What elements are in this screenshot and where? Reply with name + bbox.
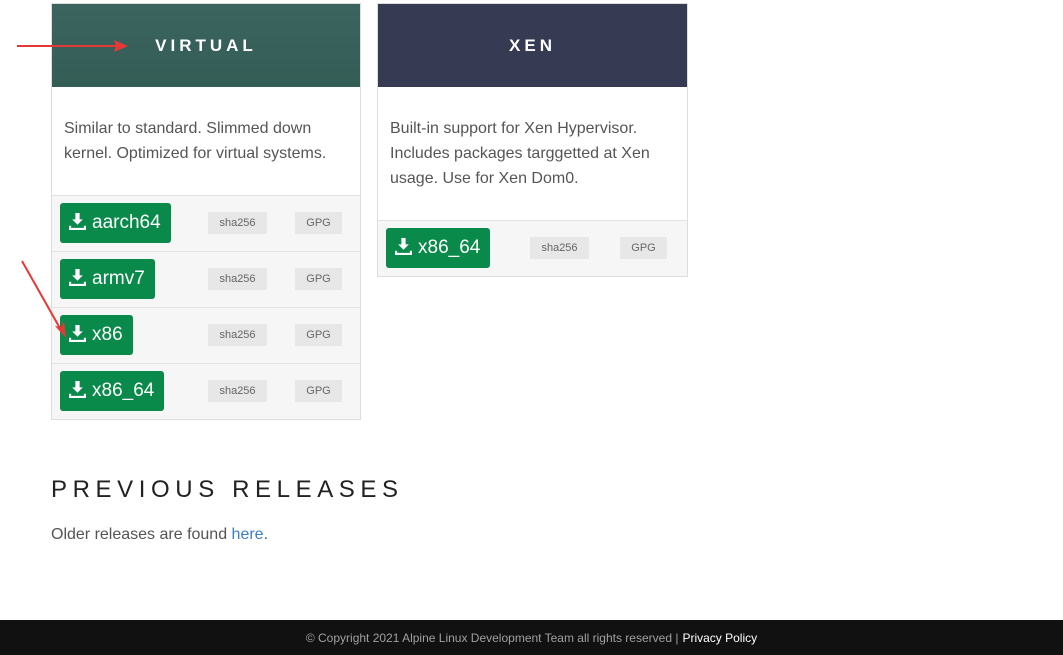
footer-copyright: © Copyright 2021 Alpine Linux Developmen… bbox=[305, 630, 679, 645]
download-x86_64-button[interactable]: x86_64 bbox=[60, 371, 165, 411]
gpg-aarch64-button[interactable]: GPG bbox=[295, 212, 342, 234]
previous-releases-suffix: . bbox=[263, 526, 269, 543]
virtual-card: VIRTUAL Similar to standard. Slimmed dow… bbox=[51, 3, 361, 420]
previous-releases-text: Older releases are found here. bbox=[51, 526, 268, 544]
download-icon bbox=[69, 380, 86, 398]
xen-download-x86_64-button[interactable]: x86_64 bbox=[386, 228, 491, 268]
xen-card-description: Built-in support for Xen Hypervisor. Inc… bbox=[390, 120, 650, 187]
gpg-x86_64-button[interactable]: GPG bbox=[295, 380, 342, 402]
xen-download-row-x86_64: x86_64 sha256 GPG bbox=[378, 220, 687, 276]
xen-card: XEN Built-in support for Xen Hypervisor.… bbox=[377, 3, 688, 277]
xen-gpg-x86_64-button[interactable]: GPG bbox=[620, 237, 667, 259]
download-armv7-button[interactable]: armv7 bbox=[60, 259, 155, 299]
sha256-x86_64-button[interactable]: sha256 bbox=[208, 380, 267, 402]
privacy-policy-link[interactable]: Privacy Policy bbox=[682, 631, 757, 645]
download-icon bbox=[69, 324, 86, 342]
gpg-x86-button[interactable]: GPG bbox=[295, 324, 342, 346]
previous-releases-prefix: Older releases are found bbox=[51, 526, 232, 543]
footer: © Copyright 2021 Alpine Linux Developmen… bbox=[0, 620, 1063, 655]
download-row-armv7: armv7 sha256 GPG bbox=[52, 251, 360, 307]
download-row-x86_64: x86_64 sha256 GPG bbox=[52, 363, 360, 419]
download-icon bbox=[69, 268, 86, 286]
gpg-armv7-button[interactable]: GPG bbox=[295, 268, 342, 290]
download-aarch64-button[interactable]: aarch64 bbox=[60, 203, 171, 243]
virtual-card-title: VIRTUAL bbox=[52, 4, 360, 87]
xen-sha256-x86_64-button[interactable]: sha256 bbox=[530, 237, 589, 259]
sha256-armv7-button[interactable]: sha256 bbox=[208, 268, 267, 290]
download-x86-label: x86 bbox=[92, 324, 123, 345]
previous-releases-link[interactable]: here bbox=[232, 526, 264, 543]
sha256-aarch64-button[interactable]: sha256 bbox=[208, 212, 267, 234]
download-row-x86: x86 sha256 GPG bbox=[52, 307, 360, 363]
xen-card-title: XEN bbox=[378, 4, 687, 87]
download-row-aarch64: aarch64 sha256 GPG bbox=[52, 195, 360, 251]
download-aarch64-label: aarch64 bbox=[92, 212, 161, 233]
download-x86-button[interactable]: x86 bbox=[60, 315, 133, 355]
download-x86_64-label: x86_64 bbox=[92, 380, 155, 401]
previous-releases-title: PREVIOUS RELEASES bbox=[51, 476, 404, 503]
download-icon bbox=[69, 212, 86, 230]
download-armv7-label: armv7 bbox=[92, 268, 145, 289]
virtual-card-description: Similar to standard. Slimmed down kernel… bbox=[64, 120, 327, 162]
download-icon bbox=[395, 237, 412, 255]
sha256-x86-button[interactable]: sha256 bbox=[208, 324, 267, 346]
xen-download-x86_64-label: x86_64 bbox=[418, 237, 481, 258]
